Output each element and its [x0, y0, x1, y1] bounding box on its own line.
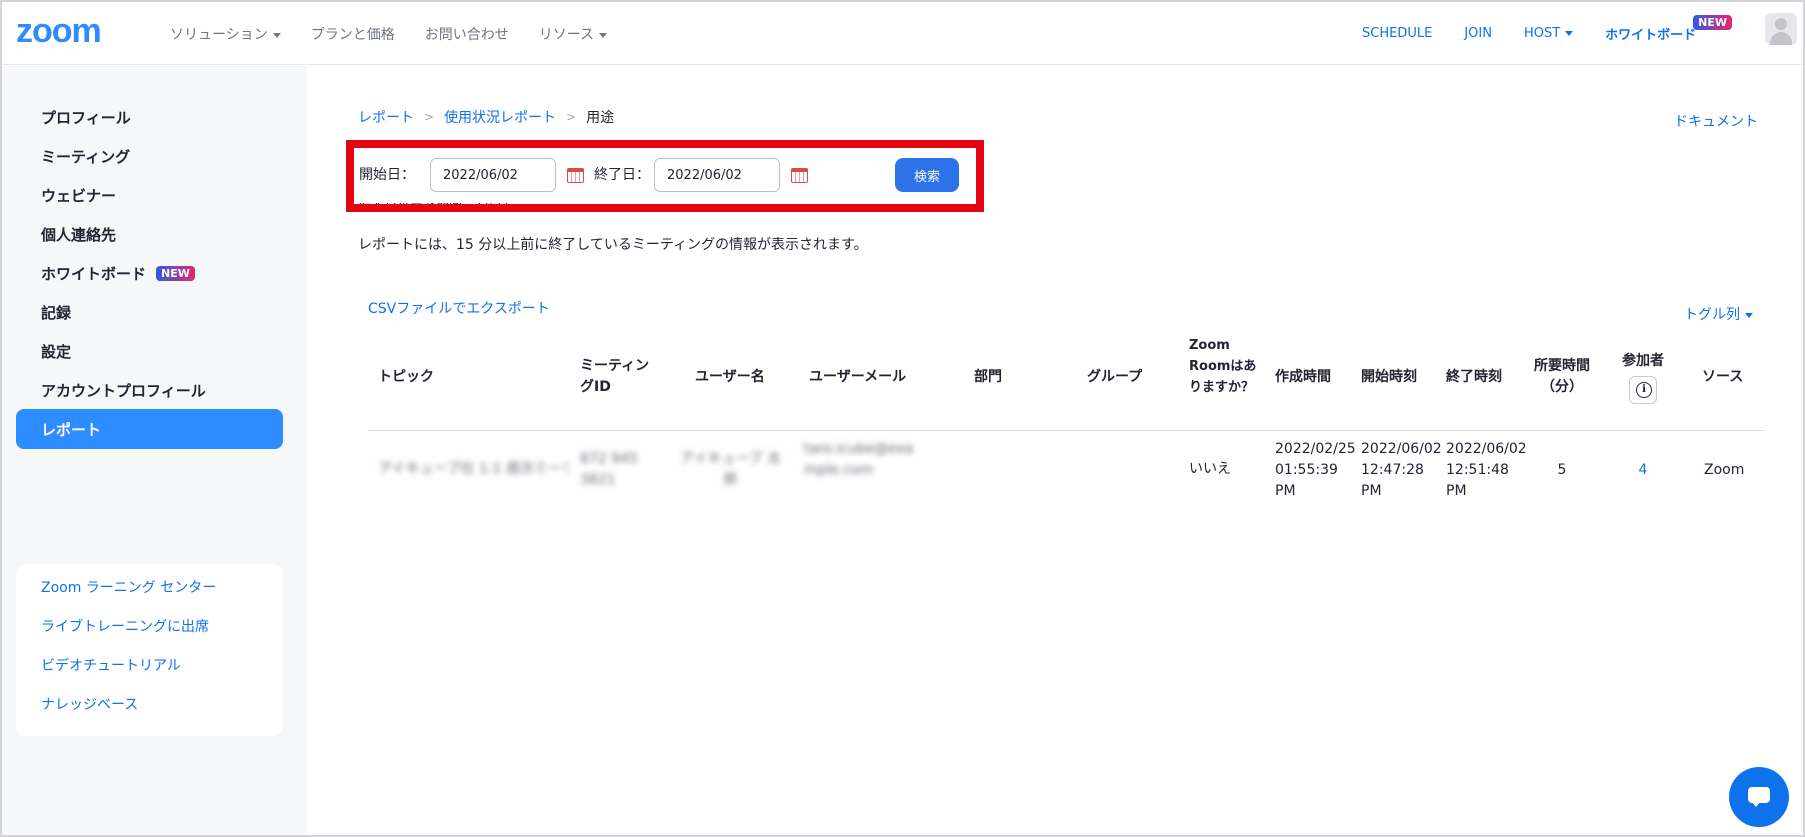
- info-icon[interactable]: [1629, 376, 1657, 404]
- cell-user-name: アイキューブ 太郎: [680, 451, 781, 488]
- col-source[interactable]: ソース: [1702, 367, 1743, 388]
- csv-export-link[interactable]: CSVファイルでエクスポート: [368, 298, 550, 318]
- col-created[interactable]: 作成時間: [1275, 367, 1331, 388]
- col-end[interactable]: 終了時刻: [1446, 367, 1502, 388]
- new-badge: NEW: [156, 265, 195, 281]
- report-info-text: レポートには、15 分以上前に終了しているミーティングの情報が表示されます。: [358, 237, 868, 253]
- nav-resources[interactable]: リソース: [538, 24, 608, 44]
- nav-plans-pricing[interactable]: プランと価格: [311, 24, 395, 44]
- video-tutorials-link[interactable]: ビデオチュートリアル: [41, 658, 283, 697]
- toggle-columns-menu[interactable]: トグル列: [1684, 304, 1753, 324]
- table-divider: [368, 430, 1764, 431]
- col-meeting-id[interactable]: ミーティングID: [580, 356, 662, 398]
- col-start[interactable]: 開始時刻: [1361, 367, 1417, 388]
- cell-duration: 5: [1557, 462, 1567, 478]
- sidebar-item-recordings[interactable]: 記録: [16, 292, 283, 332]
- chevron-down-icon: [272, 32, 281, 38]
- nav-solutions-label: ソリューション: [170, 27, 268, 43]
- sidebar-item-whiteboards[interactable]: ホワイトボード NEW: [16, 253, 283, 293]
- toggle-columns-label: トグル列: [1684, 307, 1740, 323]
- breadcrumb: レポート > 使用状況レポート > 用途: [358, 107, 614, 127]
- host-menu[interactable]: HOST: [1523, 26, 1574, 41]
- search-button[interactable]: 検索: [895, 158, 959, 192]
- breadcrumb-current: 用途: [586, 110, 615, 126]
- cell-created: 2022/02/25 01:55:39 PM: [1275, 441, 1356, 499]
- avatar-head: [1775, 18, 1787, 30]
- sidebar-item-profile[interactable]: プロフィール: [16, 97, 283, 137]
- col-participants-label: 参加者: [1622, 353, 1664, 369]
- end-date-input[interactable]: [654, 158, 780, 192]
- learning-center-link[interactable]: Zoom ラーニング センター: [41, 580, 283, 619]
- join-link[interactable]: JOIN: [1464, 26, 1492, 41]
- start-date-input[interactable]: [430, 158, 556, 192]
- col-duration[interactable]: 所要時間（分）: [1530, 356, 1594, 398]
- chevron-down-icon: [1745, 312, 1753, 318]
- help-links-panel: Zoom ラーニング センター ライブトレーニングに出席 ビデオチュートリアル …: [16, 564, 283, 736]
- nav-solutions[interactable]: ソリューション: [170, 24, 281, 44]
- document-link[interactable]: ドキュメント: [1674, 111, 1758, 131]
- cell-end: 2022/06/02 12:51:48 PM: [1446, 441, 1527, 499]
- chevron-down-icon: [1565, 31, 1574, 36]
- breadcrumb-separator: >: [424, 110, 435, 124]
- breadcrumb-separator: >: [566, 110, 577, 124]
- sidebar-item-settings[interactable]: 設定: [16, 331, 283, 371]
- end-date-label: 終了日：: [594, 167, 650, 183]
- sidebar-item-meetings[interactable]: ミーティング: [16, 136, 283, 176]
- col-user-name[interactable]: ユーザー名: [695, 367, 765, 388]
- cell-participants-link[interactable]: 4: [1614, 460, 1672, 481]
- host-label: HOST: [1523, 26, 1561, 41]
- col-zoom-room[interactable]: Zoom Roomはありますか？: [1189, 335, 1263, 398]
- primary-nav: ソリューション プランと価格 お問い合わせ リソース: [170, 24, 608, 44]
- breadcrumb-usage-reports[interactable]: 使用状況レポート: [444, 107, 556, 127]
- sidebar: プロフィール ミーティング ウェビナー 個人連絡先 ホワイトボード NEW 記録…: [2, 66, 307, 835]
- cell-topic[interactable]: アイキューブ社 1:1 週次ミーティング: [378, 459, 568, 480]
- knowledge-base-link[interactable]: ナレッジベース: [41, 697, 283, 736]
- chevron-down-icon: [599, 32, 608, 38]
- secondary-nav: SCHEDULE JOIN HOST ホワイトボード NEW: [1362, 15, 1732, 43]
- new-badge: NEW: [1693, 15, 1732, 30]
- col-topic[interactable]: トピック: [378, 367, 434, 388]
- sidebar-item-contacts[interactable]: 個人連絡先: [16, 214, 283, 254]
- breadcrumb-reports[interactable]: レポート: [358, 107, 414, 127]
- nav-resources-label: リソース: [538, 27, 595, 43]
- calendar-icon[interactable]: [791, 168, 808, 183]
- calendar-icon[interactable]: [567, 168, 584, 183]
- chat-bubble-icon[interactable]: [1729, 767, 1789, 827]
- whiteboard-label: ホワイトボード: [1605, 28, 1697, 43]
- sidebar-item-label: ホワイトボード: [41, 264, 147, 283]
- cell-zoom-room: いいえ: [1189, 461, 1231, 477]
- sidebar-item-reports[interactable]: レポート: [16, 409, 283, 449]
- col-department[interactable]: 部門: [974, 367, 1002, 388]
- schedule-link[interactable]: SCHEDULE: [1362, 26, 1432, 41]
- top-nav: zoom ソリューション プランと価格 お問い合わせ リソース SCHEDULE…: [2, 2, 1803, 65]
- col-user-email[interactable]: ユーザーメール: [809, 367, 906, 388]
- col-group[interactable]: グループ: [1087, 367, 1142, 388]
- cell-start: 2022/06/02 12:47:28 PM: [1361, 441, 1442, 499]
- zoom-logo[interactable]: zoom: [16, 12, 102, 51]
- whiteboard-link[interactable]: ホワイトボード NEW: [1605, 15, 1732, 43]
- cell-meeting-id: 872 945 3821: [580, 451, 638, 488]
- nav-contact[interactable]: お問い合わせ: [425, 24, 509, 44]
- user-avatar-icon[interactable]: [1765, 13, 1797, 45]
- sidebar-item-webinars[interactable]: ウェビナー: [16, 175, 283, 215]
- cell-user-email: taro.icube@example.com: [804, 441, 914, 478]
- sidebar-item-account-profile[interactable]: アカウントプロフィール: [16, 370, 283, 410]
- date-filter-highlight: 開始日： 終了日： 検索: [346, 140, 984, 212]
- cell-source: Zoom: [1704, 462, 1745, 478]
- avatar-body: [1770, 32, 1792, 45]
- col-participants[interactable]: 参加者: [1614, 351, 1672, 411]
- live-training-link[interactable]: ライブトレーニングに出席: [41, 619, 283, 658]
- start-date-label: 開始日：: [359, 167, 415, 183]
- chat-message-glyph: [1748, 787, 1770, 807]
